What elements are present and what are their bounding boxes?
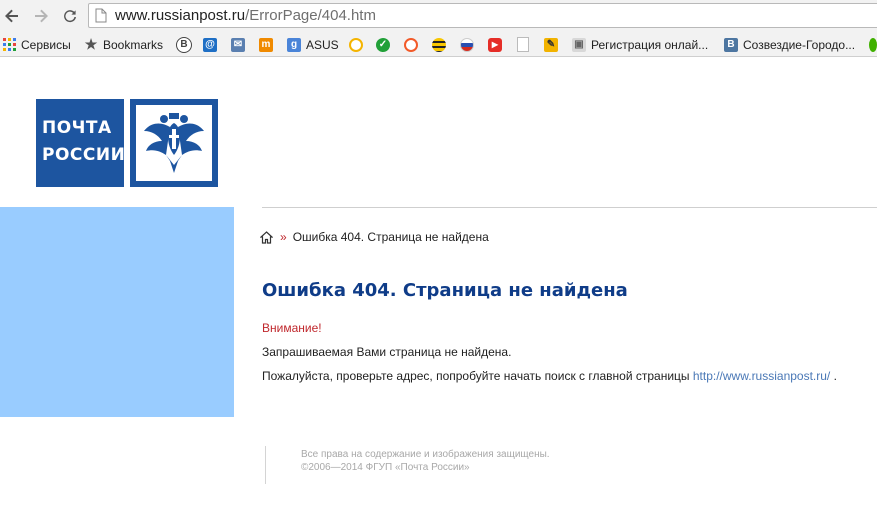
url-host: www.russianpost.ru	[115, 7, 246, 24]
arrow-left-icon	[5, 9, 18, 23]
at-mail-icon: @	[203, 37, 217, 52]
bookmark-youtube[interactable]: ▶	[488, 36, 502, 53]
pencil-icon: ✎	[544, 37, 558, 52]
back-button[interactable]	[2, 6, 22, 26]
bookmark-mail[interactable]: ✉	[231, 36, 245, 53]
footer-copyright: ©2006—2014 ФГУП «Почта России»	[301, 462, 470, 473]
breadcrumb-separator-icon: »	[280, 230, 287, 244]
url-text: www.russianpost.ru/ErrorPage/404.htm	[115, 7, 376, 24]
circle-multicolor-icon	[349, 37, 363, 52]
footer-divider	[265, 446, 266, 484]
sber-icon: ✓	[376, 37, 390, 52]
home-icon[interactable]	[260, 230, 273, 244]
warning-label: Внимание!	[262, 321, 322, 335]
logo-wordmark: ПОЧТА РОССИИ	[36, 99, 126, 187]
bookmark-pencil[interactable]: ✎	[544, 36, 558, 53]
error-message: Запрашиваемая Вами страница не найдена.	[262, 345, 512, 359]
sidebar-block	[0, 207, 234, 417]
vk-icon: B	[724, 37, 738, 52]
bookmark-sber[interactable]: ✓	[376, 36, 390, 53]
logo-line1: ПОЧТА	[42, 118, 112, 138]
footer: Все права на содержание и изображения за…	[301, 448, 550, 474]
bookmark-flag[interactable]	[460, 36, 474, 53]
logo-line2: РОССИИ	[42, 145, 126, 165]
bookmark-bookmarks-folder[interactable]: ★ Bookmarks	[84, 36, 163, 53]
bookmark-asus[interactable]: g ASUS	[287, 36, 339, 53]
address-bar[interactable]: www.russianpost.ru/ErrorPage/404.htm	[88, 3, 877, 28]
bookmark-b[interactable]: B	[176, 36, 192, 53]
bookmark-label: Сервисы	[21, 37, 71, 52]
hint-suffix: .	[830, 369, 837, 383]
url-path: /ErrorPage/404.htm	[245, 7, 376, 24]
bookmark-registration[interactable]: ▣ Регистрация онлай...	[572, 36, 708, 53]
footer-rights: Все права на содержание и изображения за…	[301, 449, 550, 460]
envelope-icon: ✉	[231, 37, 245, 52]
hint-text: Пожалуйста, проверьте адрес, попробуйте …	[262, 369, 690, 383]
bookmark-services[interactable]: Сервисы	[2, 36, 71, 53]
apps-grid-icon	[2, 38, 16, 52]
bookmark-b-icon: B	[176, 36, 192, 53]
reload-icon	[64, 10, 76, 23]
globe-flag-icon	[460, 37, 474, 52]
page-title: Ошибка 404. Страница не найдена	[262, 280, 628, 301]
breadcrumb: » Ошибка 404. Страница не найдена	[260, 229, 489, 245]
bookmark-label: Bookmarks	[103, 37, 164, 52]
bookmark-beeline[interactable]	[432, 36, 446, 53]
homepage-link[interactable]: http://www.russianpost.ru/	[693, 369, 830, 383]
bookmark-sozvezdie[interactable]: B Созвездие-Городо...	[724, 36, 855, 53]
g-plus-icon: g	[287, 37, 301, 52]
youtube-icon: ▶	[488, 37, 502, 52]
bookmark-label: Созвездие-Городо...	[743, 37, 856, 52]
bookmarks-bar: Сервисы ★ Bookmarks B @ ✉ m g ASUS ✓ ▶ ✎…	[0, 32, 877, 57]
logo-emblem	[130, 99, 218, 187]
page-icon	[95, 8, 107, 23]
browser-toolbar: www.russianpost.ru/ErrorPage/404.htm	[0, 0, 877, 32]
bookmark-label: ASUS	[306, 37, 339, 52]
bookmark-green[interactable]	[869, 36, 877, 53]
bookmark-circle[interactable]	[349, 36, 363, 53]
star-icon: ★	[84, 36, 98, 52]
header-divider	[262, 207, 877, 208]
package-icon: ▣	[572, 37, 586, 52]
double-headed-eagle-icon	[144, 113, 204, 173]
beeline-icon	[432, 37, 446, 52]
bookmark-q[interactable]	[404, 36, 418, 53]
bookmark-blank[interactable]	[517, 36, 529, 53]
q-icon	[404, 37, 418, 52]
m-icon: m	[259, 37, 273, 52]
bookmark-m[interactable]: m	[259, 36, 273, 53]
hint-message: Пожалуйста, проверьте адрес, попробуйте …	[262, 369, 837, 383]
green-dot-icon	[869, 37, 877, 52]
reload-button[interactable]	[60, 6, 80, 26]
blank-page-icon	[517, 37, 529, 52]
bookmark-mail-at[interactable]: @	[203, 36, 217, 53]
forward-button[interactable]	[31, 6, 51, 26]
arrow-right-icon	[35, 9, 48, 23]
bookmark-label: Регистрация онлай...	[591, 37, 709, 52]
breadcrumb-current: Ошибка 404. Страница не найдена	[292, 230, 489, 244]
